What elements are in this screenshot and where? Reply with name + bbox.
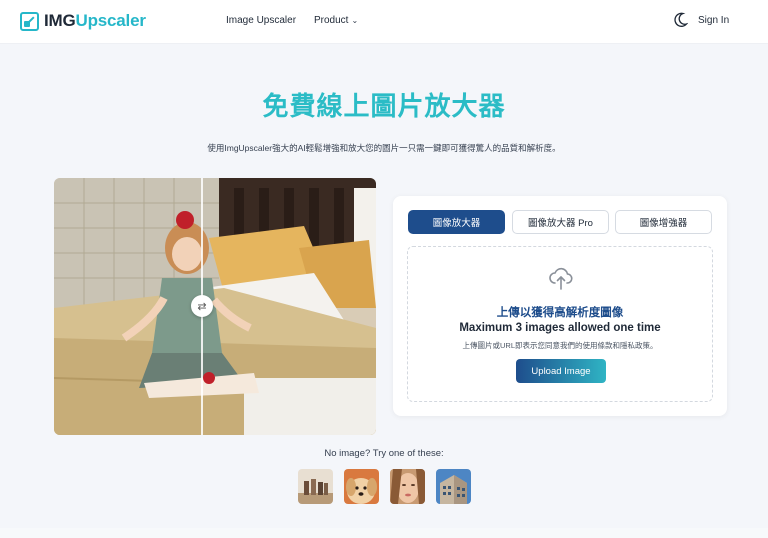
tab-image-enhancer[interactable]: 圖像增強器 xyxy=(615,210,712,234)
sample-image xyxy=(436,469,471,504)
sample-thumbnail-portrait[interactable] xyxy=(390,469,425,504)
preview-image xyxy=(54,178,376,435)
cloud-upload-icon xyxy=(549,267,573,290)
tab-image-upscaler[interactable]: 圖像放大器 xyxy=(408,210,505,234)
sample-thumbnail-people[interactable] xyxy=(298,469,333,504)
logo-icon xyxy=(20,11,39,31)
dropzone-limit: Maximum 3 images allowed one time xyxy=(459,322,661,334)
logo-text: IMGUpscaler xyxy=(44,11,146,30)
sample-image xyxy=(298,469,333,504)
page-title: 免費線上圖片放大器 xyxy=(262,91,506,121)
before-after-preview[interactable]: ⇄ xyxy=(54,178,376,435)
chevron-down-icon: ⌄ xyxy=(351,16,359,25)
logo[interactable]: IMGUpscaler xyxy=(20,11,146,31)
sign-in-link[interactable]: Sign In xyxy=(698,15,729,26)
page-subtitle: 使用ImgUpscaler強大的AI輕鬆增強和放大您的圖片一只需一鍵即可獲得驚人… xyxy=(207,143,561,153)
nav-product-dropdown[interactable]: Product ⌄ xyxy=(314,15,358,26)
nav-image-upscaler[interactable]: Image Upscaler xyxy=(226,15,296,26)
top-navbar: IMGUpscaler Image Upscaler Product ⌄ Sig… xyxy=(0,0,768,44)
compare-handle-icon[interactable]: ⇄ xyxy=(191,295,213,317)
upload-dropzone[interactable]: 上傳以獲得高解析度圖像 Maximum 3 images allowed one… xyxy=(407,246,713,402)
dropzone-terms: 上傳圖片或URL即表示您同意我們的使用條款和隱私政策。 xyxy=(462,341,658,350)
sample-image xyxy=(390,469,425,504)
moon-icon[interactable] xyxy=(674,12,688,28)
tab-image-upscaler-pro[interactable]: 圖像放大器 Pro xyxy=(512,210,609,234)
sample-thumbnail-dog[interactable] xyxy=(344,469,379,504)
dropzone-title: 上傳以獲得高解析度圖像 xyxy=(496,307,624,319)
footer-band xyxy=(0,528,768,538)
samples-label: No image? Try one of these: xyxy=(324,448,444,459)
upload-card: 圖像放大器 圖像放大器 Pro 圖像增強器 上傳以獲得高解析度圖像 Maximu… xyxy=(393,196,727,416)
nav-product-label: Product xyxy=(314,15,349,26)
sample-image xyxy=(344,469,379,504)
sample-thumbnail-building[interactable] xyxy=(436,469,471,504)
upload-image-button[interactable]: Upload Image xyxy=(516,359,606,383)
